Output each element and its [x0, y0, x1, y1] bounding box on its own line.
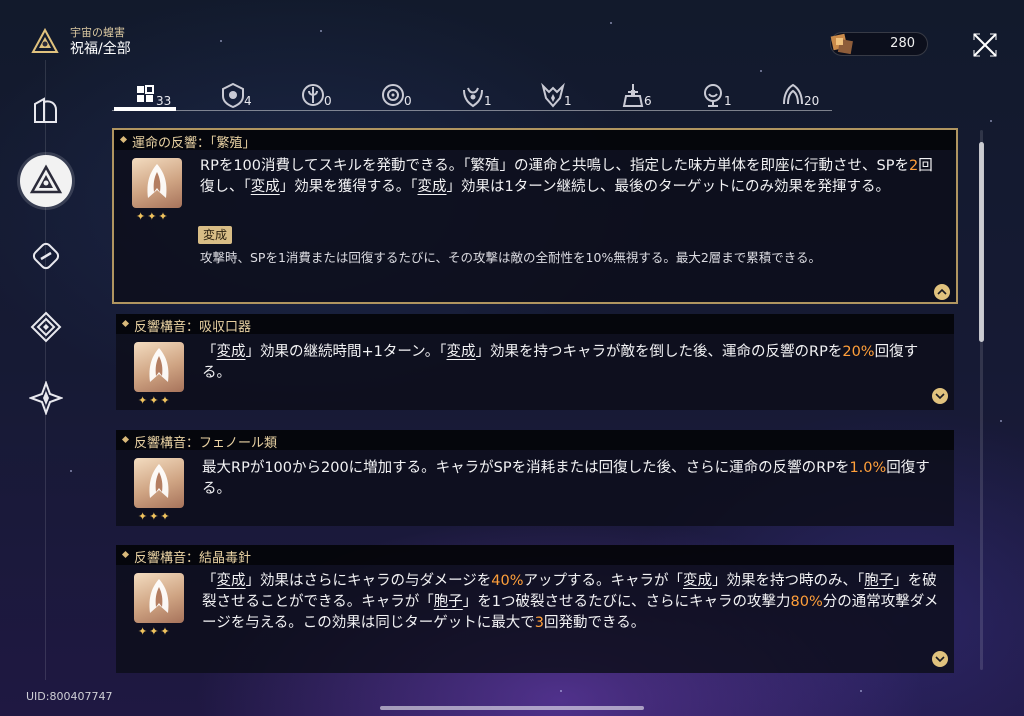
currency-value: 280	[890, 36, 915, 51]
elation-icon	[704, 84, 722, 107]
doors-icon	[34, 97, 57, 123]
card-header: 反響構音：結晶毒針	[116, 545, 954, 566]
scrollbar-thumb[interactable]	[979, 142, 984, 342]
sidebar-item-star[interactable]	[26, 378, 66, 418]
blessing-icon	[134, 342, 184, 392]
tab-count: 1	[724, 94, 732, 108]
tab-preservation[interactable]: 4	[200, 82, 270, 112]
nihility-icon	[382, 84, 404, 106]
header-subtitle: 宇宙の蝗害	[70, 26, 125, 39]
destruction-icon	[622, 84, 644, 107]
blessing-triangle-icon	[29, 164, 63, 194]
keyword-tag: 変成	[198, 226, 233, 244]
propagation-blessing-icon	[149, 348, 169, 382]
blessing-icon	[132, 158, 182, 208]
tab-the-hunt[interactable]: 1	[520, 82, 590, 112]
tab-count: 0	[324, 94, 332, 108]
blessing-card[interactable]: 反響構音：フェノール類 ✦✦✦ 最大RPが100から200に増加する。キャラがS…	[116, 430, 954, 526]
diamond-bullet-icon	[119, 135, 128, 144]
tab-all[interactable]: 33	[112, 82, 182, 112]
blessing-card[interactable]: 反響構音：結晶毒針 ✦✦✦ 「変成」効果はさらにキャラの与ダメージを40%アップ…	[116, 545, 954, 673]
blessing-card[interactable]: 反響構音：吸収口器 ✦✦✦ 「変成」効果の継続時間+1ターン。「変成」効果を持つ…	[116, 314, 954, 410]
propagation-path-icon	[31, 27, 59, 53]
the-hunt-icon	[541, 82, 565, 108]
tab-destruction[interactable]: 6	[600, 82, 670, 112]
tab-count: 0	[404, 94, 412, 108]
card-header: 反響構音：吸収口器	[116, 314, 954, 335]
blessing-icon	[134, 458, 184, 508]
sidebar-item-equations[interactable]	[26, 307, 66, 347]
close-button[interactable]	[968, 28, 1002, 62]
preservation-icon	[222, 82, 244, 108]
propagation-icon	[783, 83, 803, 105]
sidebar-item-blessings[interactable]	[20, 155, 72, 207]
all-grid-icon	[137, 85, 154, 102]
blessing-title: 反響構音：フェノール類	[134, 436, 278, 451]
sidebar-rail	[45, 60, 46, 680]
propagation-blessing-icon	[149, 579, 169, 613]
tab-count: 20	[804, 94, 820, 108]
tabs-divider	[112, 110, 832, 111]
chevron-down-icon	[935, 656, 945, 663]
card-header: 反響構音：フェノール類	[116, 430, 954, 451]
curio-icon	[32, 242, 60, 270]
tab-count: 1	[564, 94, 572, 108]
rarity-stars: ✦✦✦	[136, 210, 170, 223]
rarity-stars: ✦✦✦	[138, 625, 172, 638]
chevron-up-icon	[937, 288, 947, 295]
expand-button[interactable]	[932, 388, 948, 404]
sidebar-item-curios[interactable]	[26, 236, 66, 276]
path-filter-tabs: 33 4 0 0 1 1 6 1 20	[112, 82, 832, 112]
tab-nihility[interactable]: 0	[360, 82, 430, 112]
page-header: 宇宙の蝗害 祝福/全部	[30, 26, 131, 58]
compass-star-icon	[29, 381, 63, 415]
sidebar-item-doors[interactable]	[26, 90, 66, 130]
diamond-bullet-icon	[121, 550, 130, 559]
card-header: 運命の反響：「繁殖」	[114, 130, 956, 151]
home-indicator	[380, 706, 644, 710]
tab-count: 33	[156, 94, 172, 108]
tab-count: 4	[244, 94, 252, 108]
currency-counter: 280	[830, 32, 928, 56]
blessing-card[interactable]: 運命の反響：「繁殖」 ✦✦✦ RPを100消費してスキルを発動できる。「繁殖」の…	[112, 128, 958, 304]
tab-remembrance[interactable]: 0	[280, 82, 350, 112]
rarity-stars: ✦✦✦	[138, 510, 172, 523]
expand-button[interactable]	[932, 651, 948, 667]
blessing-icon	[134, 573, 184, 623]
blessing-title: 反響構音：吸収口器	[134, 320, 252, 335]
tab-count: 1	[484, 94, 492, 108]
diamond-bullet-icon	[121, 435, 130, 444]
diamond-bullet-icon	[121, 319, 130, 328]
blessing-description: 「変成」効果はさらにキャラの与ダメージを40%アップする。キャラが「変成」効果を…	[202, 573, 939, 631]
chevron-down-icon	[935, 393, 945, 400]
blessing-description: 「変成」効果の継続時間+1ターン。「変成」効果を持つキャラが敵を倒した後、運命の…	[202, 344, 919, 381]
abundance-icon	[463, 87, 483, 108]
blessing-description: RPを100消費してスキルを発動できる。「繁殖」の運命と共鳴し、指定した味方単体…	[200, 158, 933, 195]
tab-propagation[interactable]: 20	[760, 82, 830, 112]
collapse-button[interactable]	[934, 284, 950, 300]
page-title: 祝福/全部	[70, 41, 131, 57]
propagation-blessing-icon	[149, 464, 169, 498]
tab-abundance[interactable]: 1	[440, 82, 510, 112]
diamond-grid-icon	[30, 311, 62, 343]
blessing-description: 最大RPが100から200に増加する。キャラがSPを消耗または回復した後、さらに…	[202, 460, 930, 497]
blessing-title: 運命の反響：「繁殖」	[132, 136, 256, 151]
remembrance-icon	[302, 84, 324, 106]
tab-count: 6	[644, 94, 652, 108]
close-icon	[973, 33, 997, 57]
cosmic-fragment-icon	[830, 33, 853, 55]
blessing-title: 反響構音：結晶毒針	[134, 551, 252, 566]
propagation-blessing-icon	[147, 164, 167, 198]
rarity-stars: ✦✦✦	[138, 394, 172, 407]
uid-label: UID:800407747	[26, 690, 113, 703]
keyword-description: 攻撃時、SPを1消費または回復するたびに、その攻撃は敵の全耐性を10%無視する。…	[200, 250, 822, 265]
tab-elation[interactable]: 1	[680, 82, 750, 112]
